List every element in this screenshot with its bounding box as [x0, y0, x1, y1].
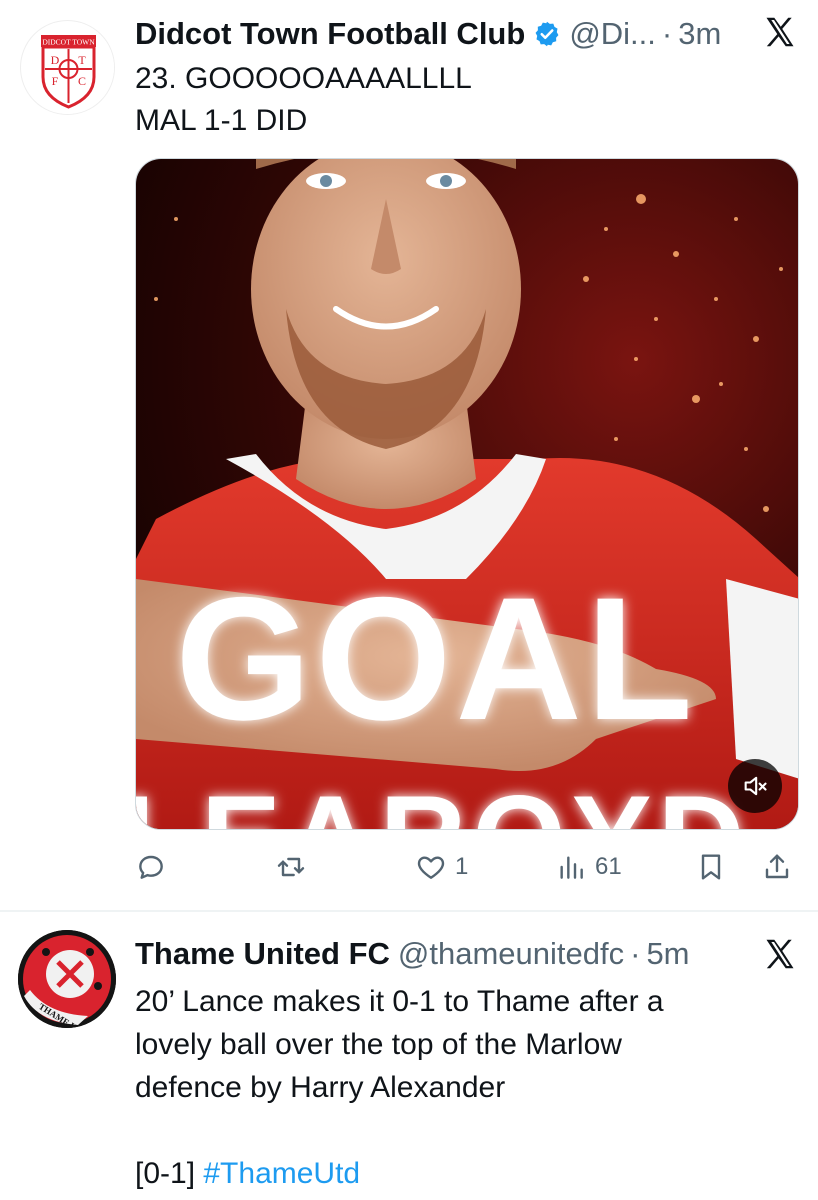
bookmark-icon: [701, 854, 721, 880]
tweet-actions: 1 61: [135, 845, 799, 889]
tweet-text-line: lovely ball over the top of the Marlow: [135, 1028, 622, 1061]
retweet-button[interactable]: [275, 845, 307, 889]
reply-icon: [139, 855, 163, 879]
timestamp[interactable]: 3m: [678, 16, 721, 52]
separator-dot: ·: [661, 16, 673, 51]
crest-letter-c: C: [78, 74, 86, 88]
didcot-crest-icon: DIDCOT TOWN D T F C: [21, 21, 114, 114]
like-button[interactable]: 1: [415, 845, 468, 889]
author-handle[interactable]: @Di...: [569, 16, 656, 52]
tweet-text-line: 20’ Lance makes it 0-1 to Thame after a: [135, 985, 664, 1018]
share-icon: [765, 854, 789, 879]
author-name[interactable]: Didcot Town Football Club: [135, 16, 525, 52]
crest-letter-t: T: [78, 53, 86, 67]
goal-overlay-text: GOAL: [175, 562, 697, 757]
mute-button[interactable]: [728, 759, 782, 813]
views-button[interactable]: 61: [555, 845, 622, 889]
tweet-text: 20’ Lance makes it 0-1 to Thame after a …: [135, 980, 664, 1195]
tweet-text-line: MAL 1-1 DID: [135, 104, 308, 137]
player-name-text: LEAROYD: [136, 771, 750, 830]
hashtag-link[interactable]: #ThameUtd: [203, 1157, 360, 1190]
timestamp[interactable]: 5m: [646, 936, 689, 972]
retweet-icon: [277, 857, 305, 877]
crest-letter-f: F: [52, 74, 59, 88]
heart-icon: [417, 856, 445, 879]
verified-badge-icon: [535, 21, 559, 47]
reply-button[interactable]: [135, 845, 167, 889]
separator-dot: ·: [630, 936, 641, 971]
avatar-didcot-town[interactable]: DIDCOT TOWN D T F C: [20, 20, 115, 115]
views-icon: [560, 856, 583, 879]
muted-speaker-icon: [744, 776, 767, 796]
bookmark-button[interactable]: [695, 845, 727, 889]
author-name[interactable]: Thame United FC: [135, 936, 390, 972]
crest-banner-text: DIDCOT TOWN: [42, 38, 95, 47]
tweet-video[interactable]: GOAL LEAROYD: [135, 158, 799, 830]
views-count: 61: [595, 853, 622, 880]
goal-graphic: GOAL LEAROYD: [136, 159, 798, 830]
tweet-text-line: [0-1]: [135, 1157, 204, 1190]
like-count: 1: [455, 853, 469, 880]
author-handle[interactable]: @thameunitedfc: [398, 936, 624, 972]
tweet-header: Thame United FC @thameunitedfc · 5m: [135, 934, 690, 974]
x-logo-icon: [766, 17, 794, 47]
x-logo-icon: [766, 939, 794, 969]
tweet-header: Didcot Town Football Club @Di... · 3m: [135, 14, 721, 54]
share-button[interactable]: [761, 845, 793, 889]
tweet-text-line: 23. GOOOOOAAAALLLL: [135, 62, 472, 95]
avatar-thame-united[interactable]: THAME UNITED FC: [18, 930, 116, 1028]
thame-crest-icon: THAME UNITED FC: [18, 930, 116, 1028]
crest-letter-d: D: [51, 53, 60, 67]
tweet-text-line: defence by Harry Alexander: [135, 1071, 506, 1104]
